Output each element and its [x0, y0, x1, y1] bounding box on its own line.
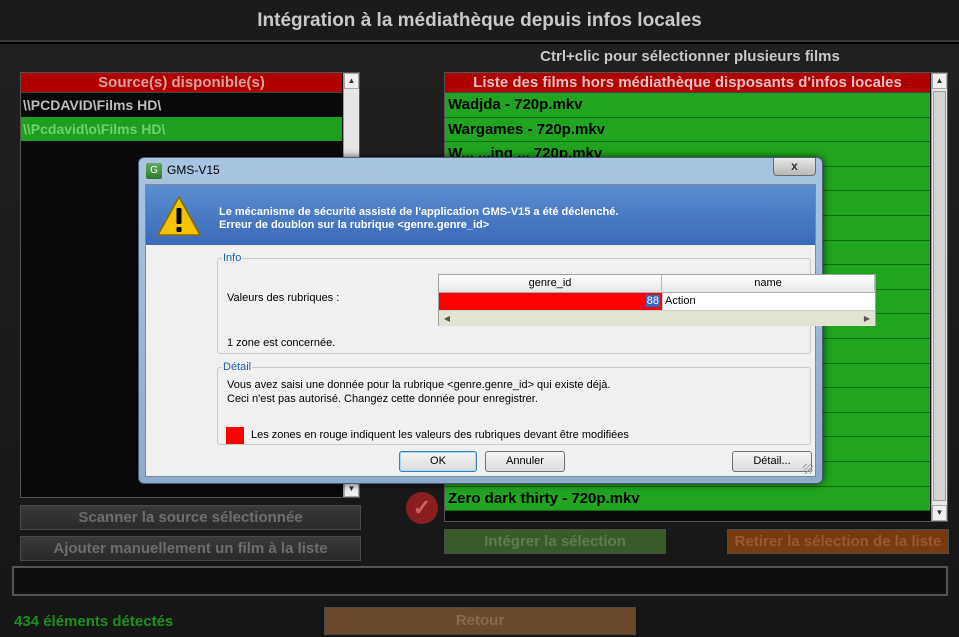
film-item[interactable]: Wadjda - 720p.mkv	[445, 93, 930, 118]
scan-source-button[interactable]: Scanner la source sélectionnée	[20, 505, 361, 530]
red-zone-note: Les zones en rouge indiquent les valeurs…	[251, 429, 629, 441]
close-button[interactable]: x	[773, 158, 816, 176]
warning-banner: Le mécanisme de sécurité assisté de l'ap…	[146, 185, 815, 245]
scroll-down-arrow-icon[interactable]: ▼	[932, 505, 947, 521]
source-item[interactable]: \\Pcdavid\o\Films HD\	[21, 117, 342, 141]
sources-list: \\PCDAVID\Films HD\ \\Pcdavid\o\Films HD\	[21, 93, 342, 141]
source-item[interactable]: \\PCDAVID\Films HD\	[21, 93, 342, 117]
detail-line-1: Vous avez saisi une donnée pour la rubri…	[227, 379, 611, 391]
scroll-right-arrow-icon[interactable]: ▶	[859, 311, 875, 326]
zone-count: 1 zone est concernée.	[227, 337, 336, 349]
film-item[interactable]: Wargames - 720p.mkv	[445, 117, 930, 143]
banner-error: Erreur de doublon sur la rubrique <genre…	[219, 219, 490, 231]
grid-horizontal-scrollbar[interactable]: ◀ ▶	[439, 310, 875, 326]
detail-line-2: Ceci n'est pas autorisé. Changez cette d…	[227, 393, 538, 405]
red-zone-swatch	[226, 427, 244, 444]
name-cell[interactable]: Action	[662, 293, 875, 310]
detail-group: Détail Vous avez saisi une donnée pour l…	[217, 361, 811, 445]
app-title: Intégration à la médiathèque depuis info…	[0, 0, 959, 42]
detail-button[interactable]: Détail...	[732, 451, 812, 472]
checkmark-icon[interactable]: ✓	[406, 492, 438, 524]
app-icon: G	[146, 163, 162, 179]
banner-message: Le mécanisme de sécurité assisté de l'ap…	[219, 206, 619, 218]
status-bar	[12, 566, 948, 596]
multi-select-hint: Ctrl+clic pour sélectionner plusieurs fi…	[540, 48, 840, 65]
column-header-genre-id[interactable]: genre_id	[439, 275, 662, 293]
detected-count: 434 éléments détectés	[14, 613, 174, 630]
add-film-manually-button[interactable]: Ajouter manuellement un film à la liste	[20, 536, 361, 561]
films-scroll-thumb[interactable]	[933, 91, 946, 501]
resize-grip-icon[interactable]	[803, 464, 813, 474]
integrate-selection-button[interactable]: Intégrer la sélection	[444, 529, 666, 554]
column-header-name[interactable]: name	[662, 275, 875, 293]
films-header: Liste des films hors médiathèque disposa…	[445, 73, 930, 93]
info-group: Info Valeurs des rubriques : genre_id na…	[217, 252, 876, 354]
genre-id-value[interactable]: 88	[645, 295, 660, 307]
fields-label: Valeurs des rubriques :	[227, 292, 340, 304]
error-dialog: G GMS-V15 x Le mécanisme de sécurité ass…	[138, 157, 876, 484]
ok-button[interactable]: OK	[399, 451, 477, 472]
back-button[interactable]: Retour	[324, 607, 636, 635]
remove-selection-button[interactable]: Retirer la sélection de la liste	[727, 529, 949, 554]
dialog-title: GMS-V15	[167, 163, 220, 177]
genre-id-cell[interactable]: 88	[439, 293, 662, 310]
cancel-button[interactable]: Annuler	[485, 451, 565, 472]
scroll-up-arrow-icon[interactable]: ▲	[932, 73, 947, 89]
info-legend: Info	[223, 252, 242, 264]
scroll-left-arrow-icon[interactable]: ◀	[439, 311, 455, 326]
field-values-grid[interactable]: genre_id name 88 Action ◀ ▶	[438, 274, 876, 326]
films-scrollbar[interactable]: ▲ ▼	[931, 73, 947, 521]
sources-header: Source(s) disponible(s)	[21, 73, 342, 93]
scroll-up-arrow-icon[interactable]: ▲	[344, 73, 359, 89]
dialog-titlebar[interactable]: G GMS-V15 x	[139, 158, 822, 184]
detail-legend: Détail	[223, 361, 252, 373]
film-item[interactable]: Zero dark thirty - 720p.mkv	[445, 486, 930, 512]
dialog-content: Le mécanisme de sécurité assisté de l'ap…	[145, 184, 876, 477]
warning-icon	[156, 195, 202, 236]
